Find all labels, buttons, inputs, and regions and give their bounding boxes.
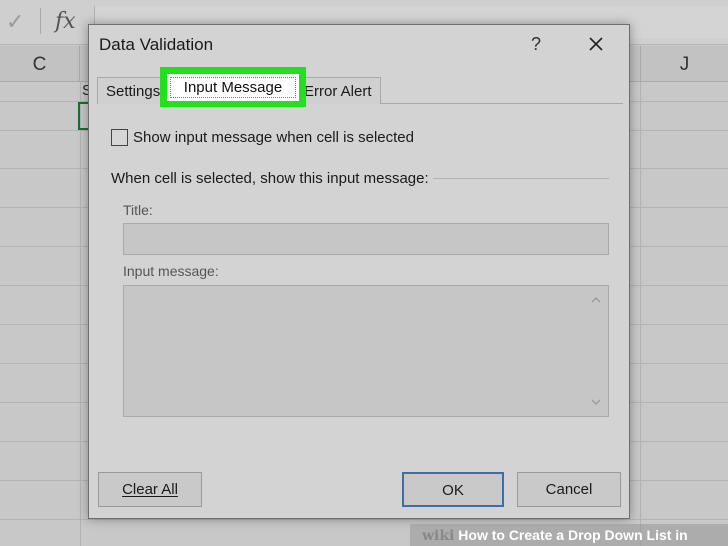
column-header-c[interactable]: C [0, 46, 80, 82]
clear-all-button[interactable]: Clear All [98, 472, 202, 507]
check-icon[interactable]: ✓ [6, 9, 24, 35]
group-label: When cell is selected, show this input m… [111, 170, 433, 187]
tab-highlight: Input Message [160, 67, 306, 107]
column-header-j[interactable]: J [640, 46, 728, 82]
formula-bar-divider [40, 8, 41, 34]
fx-icon[interactable]: fx [55, 9, 76, 34]
grid-line [80, 82, 81, 546]
data-validation-dialog: Data Validation ? Settings Error Alert I… [88, 24, 630, 519]
close-button[interactable] [583, 31, 609, 57]
title-input[interactable] [123, 223, 609, 255]
watermark-text: How to Create a Drop Down List in Excel [458, 527, 688, 543]
chevron-up-icon[interactable] [590, 294, 602, 306]
tab-input-message[interactable]: Input Message [167, 74, 299, 101]
cancel-button[interactable]: Cancel [517, 472, 621, 507]
input-message-textarea[interactable] [123, 285, 609, 417]
tab-settings[interactable]: Settings [97, 77, 169, 104]
grid-line [640, 82, 641, 546]
close-icon [589, 37, 603, 51]
watermark-brand: wiki [422, 528, 455, 544]
tab-error-alert[interactable]: Error Alert [295, 77, 381, 104]
title-label: Title: [123, 202, 153, 218]
grid-line [0, 519, 728, 520]
tab-input-message-label: Input Message [183, 79, 283, 96]
watermark: wiki How to Create a Drop Down List in E… [410, 524, 728, 546]
show-input-message-label: Show input message when cell is selected [133, 128, 414, 146]
help-button[interactable]: ? [525, 31, 547, 57]
show-input-message-checkbox[interactable] [111, 128, 128, 146]
chevron-down-icon[interactable] [590, 396, 602, 408]
ok-button[interactable]: OK [402, 472, 504, 507]
dialog-title: Data Validation [99, 35, 214, 54]
show-input-message-option[interactable]: Show input message when cell is selected [111, 127, 414, 147]
input-message-label: Input message: [123, 263, 219, 279]
